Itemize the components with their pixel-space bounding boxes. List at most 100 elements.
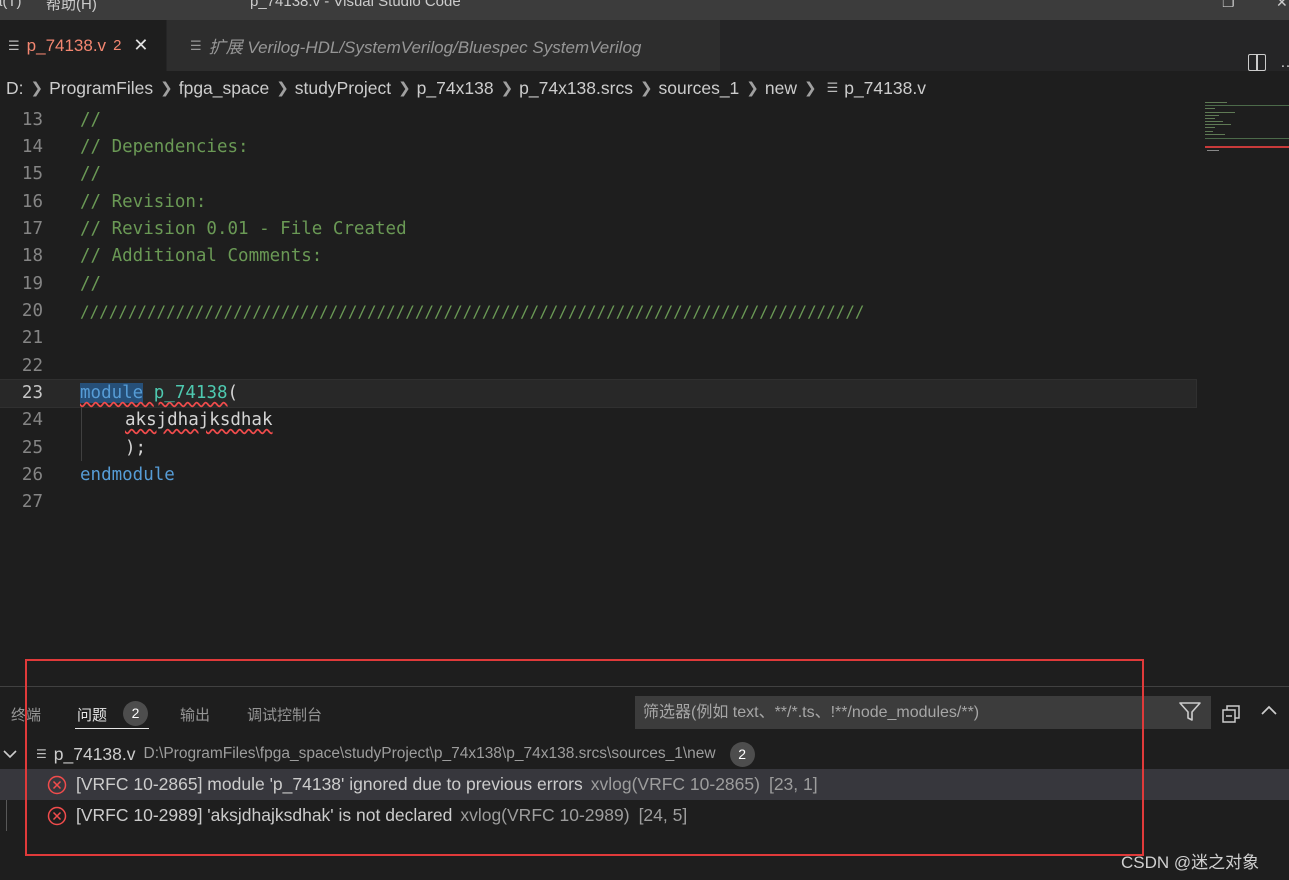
active-tab-indicator: [75, 728, 149, 729]
code-line: 21: [0, 325, 1196, 352]
code-text-undeclared: aksjdhajksdhak: [125, 410, 273, 430]
code-text: //: [80, 274, 102, 294]
split-editor-icon[interactable]: [1248, 54, 1266, 71]
tab-p74138[interactable]: ☰ p_74138.v 2 ✕: [0, 20, 166, 71]
close-window-icon[interactable]: ✕: [1276, 0, 1288, 11]
watermark: CSDN @迷之对象: [1121, 853, 1260, 872]
chevron-right-icon: ❯: [500, 80, 514, 97]
line-number: 20: [21, 301, 43, 321]
file-lines-icon: ☰: [8, 37, 20, 53]
chevron-right-icon: ❯: [398, 80, 411, 97]
menu-item-help[interactable]: 帮助(H): [46, 0, 97, 14]
panel-tabs: 终端 问题 2 输出 调试控制台: [0, 687, 620, 739]
code-line: 14 // Dependencies:: [0, 134, 1196, 161]
problem-row[interactable]: [VRFC 10-2865] module 'p_74138' ignored …: [0, 769, 1289, 800]
minimap[interactable]: [1203, 100, 1289, 155]
code-text: );: [125, 438, 147, 458]
breadcrumb-item[interactable]: p_74x138: [411, 78, 494, 99]
problem-file-row[interactable]: ☰ p_74138.v D:\ProgramFiles\fpga_space\s…: [0, 739, 1289, 769]
collapse-all-icon[interactable]: [1222, 705, 1241, 728]
line-number: 22: [21, 356, 43, 376]
error-icon: [47, 775, 67, 794]
problems-count-badge: 2: [123, 701, 148, 726]
chevron-right-icon: ❯: [276, 80, 289, 97]
module-name: p_74138: [153, 383, 228, 403]
more-actions-icon[interactable]: …: [1280, 54, 1289, 72]
code-line: 15 //: [0, 161, 1196, 188]
tab-problem-count: 2: [113, 37, 122, 54]
problem-source: xvlog(VRFC 10-2989): [460, 805, 630, 825]
code-line: 20 //////////////////////////////////////…: [0, 298, 1196, 325]
line-number: 23: [21, 383, 43, 403]
title-bar: a(T) 帮助(H) p_74138.v - Visual Studio Cod…: [0, 0, 1289, 20]
indent-guide: [81, 407, 82, 461]
tab-extension-verilog[interactable]: ☰ 扩展 Verilog-HDL/SystemVerilog/Bluespec …: [167, 20, 720, 71]
bottom-panel: 终端 问题 2 输出 调试控制台 ☰ p_74138.v D:\ProgramF…: [0, 686, 1289, 880]
code-line: 19 //: [0, 271, 1196, 298]
problem-message: [VRFC 10-2989] 'aksjdhajksdhak' is not d…: [76, 805, 453, 825]
filter-icon[interactable]: [1179, 702, 1201, 727]
chevron-right-icon: ❯: [160, 80, 173, 97]
file-lines-icon: ☰: [826, 80, 839, 95]
problem-file-name: p_74138.v: [53, 743, 136, 764]
code-text: //: [80, 110, 102, 130]
breadcrumb-item[interactable]: new: [759, 78, 797, 99]
file-lines-icon: ☰: [190, 37, 202, 53]
line-number: 15: [21, 164, 43, 184]
chevron-right-icon: ❯: [30, 80, 44, 97]
code-editor[interactable]: 13 // 14 // Dependencies: 15 // 16 // Revisi…: [0, 105, 1197, 685]
tab-problems[interactable]: 问题: [77, 704, 107, 725]
line-number: 17: [21, 219, 43, 239]
code-line: 13 //: [0, 107, 1196, 134]
chevron-down-icon[interactable]: [3, 747, 19, 762]
line-number: 19: [21, 274, 43, 294]
problem-source: xvlog(VRFC 10-2865): [590, 774, 760, 794]
breadcrumb-item[interactable]: sources_1: [653, 78, 740, 99]
code-line: 24 aksjdhajksdhak: [0, 407, 1196, 434]
problem-position: [24, 5]: [638, 805, 688, 825]
code-line: 18 // Additional Comments:: [0, 243, 1196, 270]
problem-row[interactable]: [VRFC 10-2989] 'aksjdhajksdhak' is not d…: [0, 800, 1289, 831]
breadcrumb-item[interactable]: ProgramFiles: [43, 78, 153, 99]
tab-label: p_74138.v: [26, 35, 107, 55]
error-icon: [47, 806, 67, 825]
code-text: // Revision 0.01 - File Created: [80, 219, 407, 239]
code-line-current: 23 module p_74138(: [0, 379, 1197, 408]
breadcrumb-item-file[interactable]: p_74138.v: [838, 78, 926, 99]
maximize-panel-icon[interactable]: [1260, 703, 1278, 722]
problem-position: [23, 1]: [768, 774, 818, 794]
menu-item-terminal[interactable]: a(T): [0, 0, 22, 10]
problem-file-count-badge: 2: [729, 741, 755, 767]
line-number: 26: [21, 465, 43, 485]
line-number: 14: [21, 137, 43, 157]
code-text: // Revision:: [80, 192, 207, 212]
line-number: 16: [21, 192, 43, 212]
close-icon[interactable]: ✕: [133, 35, 148, 56]
chevron-right-icon: ❯: [639, 80, 653, 97]
problem-file-path: D:\ProgramFiles\fpga_space\studyProject\…: [143, 745, 716, 762]
tab-debug-console[interactable]: 调试控制台: [247, 704, 322, 725]
tab-label: 扩展 Verilog-HDL/SystemVerilog/Bluespec Sy…: [208, 38, 642, 57]
breadcrumb-item[interactable]: fpga_space: [173, 78, 270, 99]
line-number: 18: [21, 246, 43, 266]
breadcrumb-item[interactable]: p_74x138.srcs: [513, 78, 633, 99]
line-number: 13: [21, 110, 43, 130]
breadcrumb-item[interactable]: studyProject: [289, 78, 391, 99]
code-line: 25);: [0, 435, 1196, 462]
filter-input[interactable]: [641, 699, 1165, 727]
line-number: 24: [21, 410, 43, 430]
code-text: ////////////////////////////////////////…: [80, 302, 865, 321]
tab-output[interactable]: 输出: [180, 704, 210, 725]
code-text: // Dependencies:: [80, 137, 249, 157]
chevron-right-icon: ❯: [803, 80, 817, 97]
restore-window-icon[interactable]: ❐: [1222, 0, 1235, 11]
breadcrumb-item[interactable]: D:: [0, 78, 24, 99]
problem-message: [VRFC 10-2865] module 'p_74138' ignored …: [76, 774, 583, 794]
code-line: 27: [0, 489, 1196, 516]
file-lines-icon: ☰: [36, 747, 47, 761]
code-text: //: [80, 164, 102, 184]
tab-terminal[interactable]: 终端: [11, 704, 41, 725]
breadcrumb: D: ❯ ProgramFiles ❯ fpga_space ❯ studyProje…: [0, 71, 1289, 105]
chevron-right-icon: ❯: [746, 80, 759, 97]
code-line: 26 endmodule: [0, 462, 1196, 489]
